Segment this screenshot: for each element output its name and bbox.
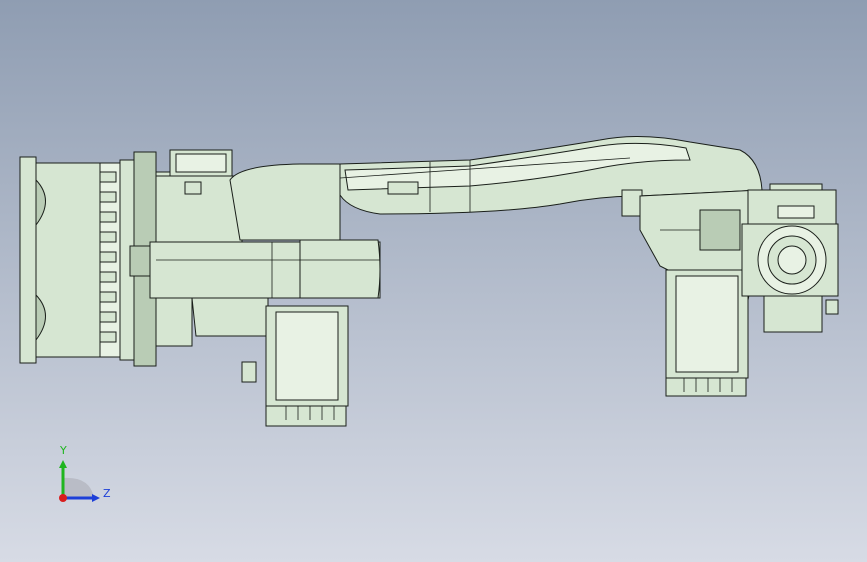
triad-plane-icon [63,477,94,498]
base-teeth [99,171,117,343]
x-axis-dot [59,494,67,502]
robot-arm-model[interactable] [0,0,867,562]
y-axis-label: Y [59,444,67,457]
wrist-assembly[interactable] [741,183,839,333]
z-axis-label: Z [103,487,111,500]
orientation-triad: Y Z [59,444,111,502]
upper-motor[interactable] [665,269,749,397]
z-axis-head [92,494,100,502]
y-axis-head [59,460,67,468]
cad-viewport[interactable]: Y Z [0,0,867,562]
